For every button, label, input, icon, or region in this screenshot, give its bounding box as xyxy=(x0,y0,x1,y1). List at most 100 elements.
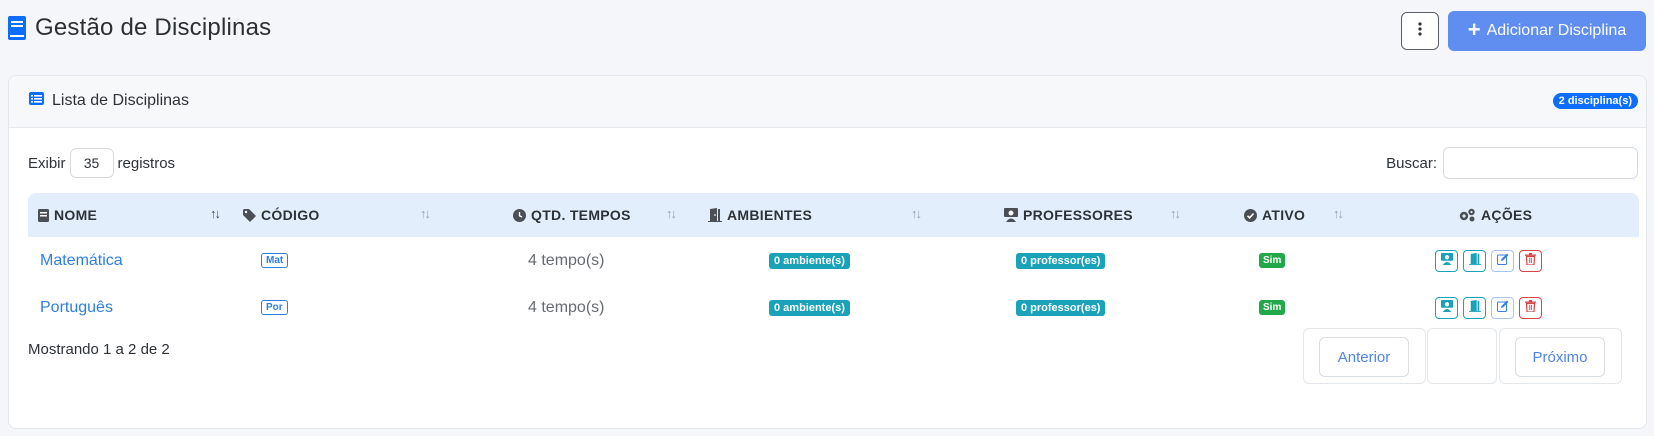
show-suffix: registros xyxy=(117,154,176,172)
col-header-ativo[interactable]: ATIVO xyxy=(1244,193,1305,237)
col-label-ativo: ATIVO xyxy=(1262,207,1306,223)
search-label: Buscar: xyxy=(1386,154,1437,172)
teacher-icon xyxy=(1440,252,1453,270)
edit-action-button[interactable] xyxy=(1491,296,1514,319)
cell-name: Matemática xyxy=(40,237,123,284)
trash-icon xyxy=(1525,299,1536,317)
cell-professores: 0 professor(es) xyxy=(1016,237,1106,284)
pager-next-wrap: Próximo xyxy=(1499,328,1622,384)
door-icon xyxy=(1468,252,1481,270)
vertical-dots-icon xyxy=(1418,21,1422,41)
card-title-wrap: Lista de Disciplinas xyxy=(29,92,189,110)
next-page-button[interactable]: Próximo xyxy=(1515,337,1605,377)
list-icon xyxy=(29,92,44,110)
cell-professores: 0 professor(es) xyxy=(1016,284,1106,331)
col-label-nome: NOME xyxy=(54,207,98,223)
sort-icon-ambientes[interactable]: ↑↓ xyxy=(911,206,922,221)
door-icon xyxy=(708,208,722,222)
search-control: Buscar: xyxy=(1386,147,1638,179)
more-options-button[interactable] xyxy=(1401,12,1439,50)
sort-icon-ativo[interactable]: ↑↓ xyxy=(1333,206,1344,221)
cell-ambientes: 0 ambiente(s) xyxy=(769,284,850,331)
col-label-acoes: AÇÕES xyxy=(1481,207,1533,223)
cell-ativo: Sim xyxy=(1259,284,1286,331)
col-header-codigo[interactable]: CÓDIGO xyxy=(243,193,320,237)
col-label-ambientes: AMBIENTES xyxy=(727,207,813,223)
delete-action-button[interactable] xyxy=(1519,249,1542,272)
discipline-name-link[interactable]: Matemática xyxy=(40,252,123,270)
show-prefix: Exibir xyxy=(28,154,66,172)
teacher-icon xyxy=(1440,299,1453,317)
clock-icon xyxy=(513,208,526,222)
book-icon xyxy=(38,208,49,222)
professors-action-button[interactable] xyxy=(1435,249,1458,272)
teacher-icon xyxy=(1004,208,1018,222)
add-discipline-label: Adicionar Disciplina xyxy=(1486,22,1627,39)
page-title: Gestão de Disciplinas xyxy=(35,14,272,41)
cell-ativo: Sim xyxy=(1259,237,1286,284)
tempos-value: 4 tempo(s) xyxy=(528,298,605,316)
ativo-badge: Sim xyxy=(1259,253,1286,268)
col-header-acoes: AÇÕES xyxy=(1459,193,1532,237)
table-info: Mostrando 1 a 2 de 2 xyxy=(28,341,170,358)
search-input[interactable] xyxy=(1443,147,1638,179)
table-row: Português Por 4 tempo(s) 0 ambiente(s) 0… xyxy=(28,284,1639,331)
page-length-select[interactable]: 35 xyxy=(69,148,114,178)
code-badge: Mat xyxy=(261,253,289,268)
card-header: Lista de Disciplinas 2 disciplina(s) xyxy=(9,76,1646,128)
cell-code: Por xyxy=(261,284,288,331)
cell-ambientes: 0 ambiente(s) xyxy=(769,237,850,284)
disciplines-table: NOME ↑↓ CÓDIGO ↑↓ QTD. TEMPOS ↑↓ AMBIENT… xyxy=(28,193,1639,331)
title-wrap: Gestão de Disciplinas xyxy=(7,14,271,42)
col-label-tempos: QTD. TEMPOS xyxy=(531,207,631,223)
plus-icon: + xyxy=(1467,17,1481,42)
table-controls: Exibir 35 registros Buscar: xyxy=(9,128,1646,190)
edit-action-button[interactable] xyxy=(1491,249,1514,272)
ativo-badge: Sim xyxy=(1259,300,1286,315)
sort-icon-nome[interactable]: ↑↓ xyxy=(210,206,221,221)
card-title: Lista de Disciplinas xyxy=(52,92,189,109)
page-length-control: Exibir 35 registros xyxy=(28,148,175,178)
disciplines-card: Lista de Disciplinas 2 disciplina(s) Exi… xyxy=(8,75,1647,429)
col-label-codigo: CÓDIGO xyxy=(261,207,320,223)
previous-page-button[interactable]: Anterior xyxy=(1319,337,1409,377)
professors-action-button[interactable] xyxy=(1435,296,1458,319)
col-header-tempos[interactable]: QTD. TEMPOS xyxy=(513,193,631,237)
discipline-name-link[interactable]: Português xyxy=(40,299,113,317)
cell-actions xyxy=(1435,284,1547,331)
sort-icon-tempos[interactable]: ↑↓ xyxy=(666,206,677,221)
col-header-ambientes[interactable]: AMBIENTES xyxy=(708,193,812,237)
cell-code: Mat xyxy=(261,237,289,284)
book-icon xyxy=(7,15,27,41)
gears-icon xyxy=(1459,208,1476,222)
page-header: Gestão de Disciplinas + Adicionar Discip… xyxy=(0,0,1654,62)
add-discipline-button[interactable]: + Adicionar Disciplina xyxy=(1448,11,1646,51)
cell-actions xyxy=(1435,237,1547,284)
delete-action-button[interactable] xyxy=(1519,296,1542,319)
cell-tempos: 4 tempo(s) xyxy=(528,237,604,284)
code-badge: Por xyxy=(261,300,288,315)
sort-icon-professores[interactable]: ↑↓ xyxy=(1170,206,1181,221)
col-header-nome[interactable]: NOME xyxy=(38,193,97,237)
col-label-professores: PROFESSORES xyxy=(1023,207,1133,223)
trash-icon xyxy=(1525,252,1536,270)
rooms-action-button[interactable] xyxy=(1463,249,1486,272)
pager-pages-wrap xyxy=(1427,328,1497,384)
ambientes-badge: 0 ambiente(s) xyxy=(769,299,850,316)
tag-icon xyxy=(243,208,256,222)
cell-name: Português xyxy=(40,284,113,331)
rooms-action-button[interactable] xyxy=(1463,296,1486,319)
tempos-value: 4 tempo(s) xyxy=(528,251,605,269)
professores-badge: 0 professor(es) xyxy=(1016,252,1106,269)
table-header: NOME ↑↓ CÓDIGO ↑↓ QTD. TEMPOS ↑↓ AMBIENT… xyxy=(28,193,1639,237)
cell-tempos: 4 tempo(s) xyxy=(528,284,604,331)
door-icon xyxy=(1468,299,1481,317)
ambientes-badge: 0 ambiente(s) xyxy=(769,252,850,269)
pager-prev-wrap: Anterior xyxy=(1303,328,1426,384)
sort-icon-codigo[interactable]: ↑↓ xyxy=(420,206,431,221)
edit-icon xyxy=(1496,299,1509,317)
table-row: Matemática Mat 4 tempo(s) 0 ambiente(s) … xyxy=(28,237,1639,284)
professores-badge: 0 professor(es) xyxy=(1016,299,1106,316)
count-badge: 2 disciplina(s) xyxy=(1552,93,1638,109)
col-header-professores[interactable]: PROFESSORES xyxy=(1004,193,1133,237)
